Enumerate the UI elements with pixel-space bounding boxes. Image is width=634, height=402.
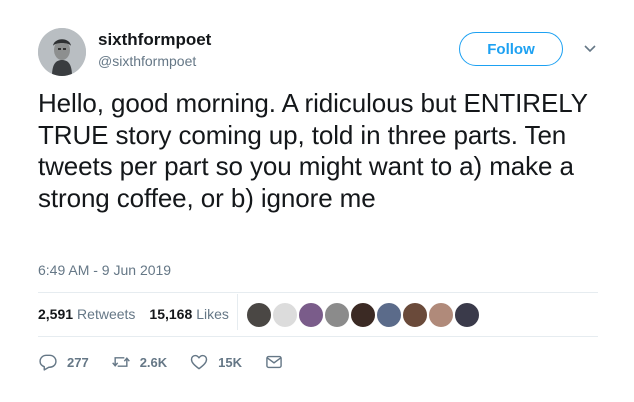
avatar-portrait-image: [38, 28, 86, 76]
divider: [38, 292, 598, 293]
reply-button[interactable]: 277: [38, 352, 89, 372]
tweet-actions: 277 2.6K 15K: [38, 352, 315, 372]
retweet-count: 2.6K: [139, 354, 168, 370]
likes-count: 15,168: [149, 306, 193, 322]
chevron-down-icon[interactable]: [583, 44, 597, 54]
envelope-icon: [266, 355, 282, 369]
avatar[interactable]: [38, 28, 86, 76]
retweets-stat[interactable]: 2,591 Retweets: [38, 306, 135, 322]
retweets-label: Retweets: [77, 306, 136, 322]
reply-icon: [39, 354, 57, 371]
direct-message-button[interactable]: [264, 352, 293, 372]
tweet-text: Hello, good morning. A ridiculous but EN…: [38, 88, 588, 213]
retweet-button[interactable]: 2.6K: [111, 352, 167, 372]
retweets-count: 2,591: [38, 306, 74, 322]
liker-avatar[interactable]: [272, 302, 298, 328]
tweet-stats: 2,591 Retweets 15,168 Likes: [38, 306, 229, 322]
tweet-timestamp[interactable]: 6:49 AM - 9 Jun 2019: [38, 262, 171, 278]
display-name[interactable]: sixthformpoet: [98, 30, 211, 50]
liker-avatar[interactable]: [402, 302, 428, 328]
reply-count: 277: [67, 354, 89, 370]
follow-button[interactable]: Follow: [459, 32, 563, 66]
liker-avatar[interactable]: [376, 302, 402, 328]
liker-avatar[interactable]: [350, 302, 376, 328]
heart-icon: [190, 354, 208, 370]
likes-stat[interactable]: 15,168 Likes: [149, 306, 229, 322]
likes-label: Likes: [196, 306, 229, 322]
like-button[interactable]: 15K: [189, 352, 242, 372]
liker-avatars: [246, 302, 480, 328]
liker-avatar[interactable]: [454, 302, 480, 328]
stats-separator: [237, 294, 238, 330]
user-handle[interactable]: @sixthformpoet: [98, 53, 196, 69]
liker-avatar[interactable]: [428, 302, 454, 328]
divider: [38, 336, 598, 337]
liker-avatar[interactable]: [246, 302, 272, 328]
retweet-icon: [111, 357, 130, 367]
liker-avatar[interactable]: [298, 302, 324, 328]
liker-avatar[interactable]: [324, 302, 350, 328]
like-count: 15K: [218, 354, 243, 370]
